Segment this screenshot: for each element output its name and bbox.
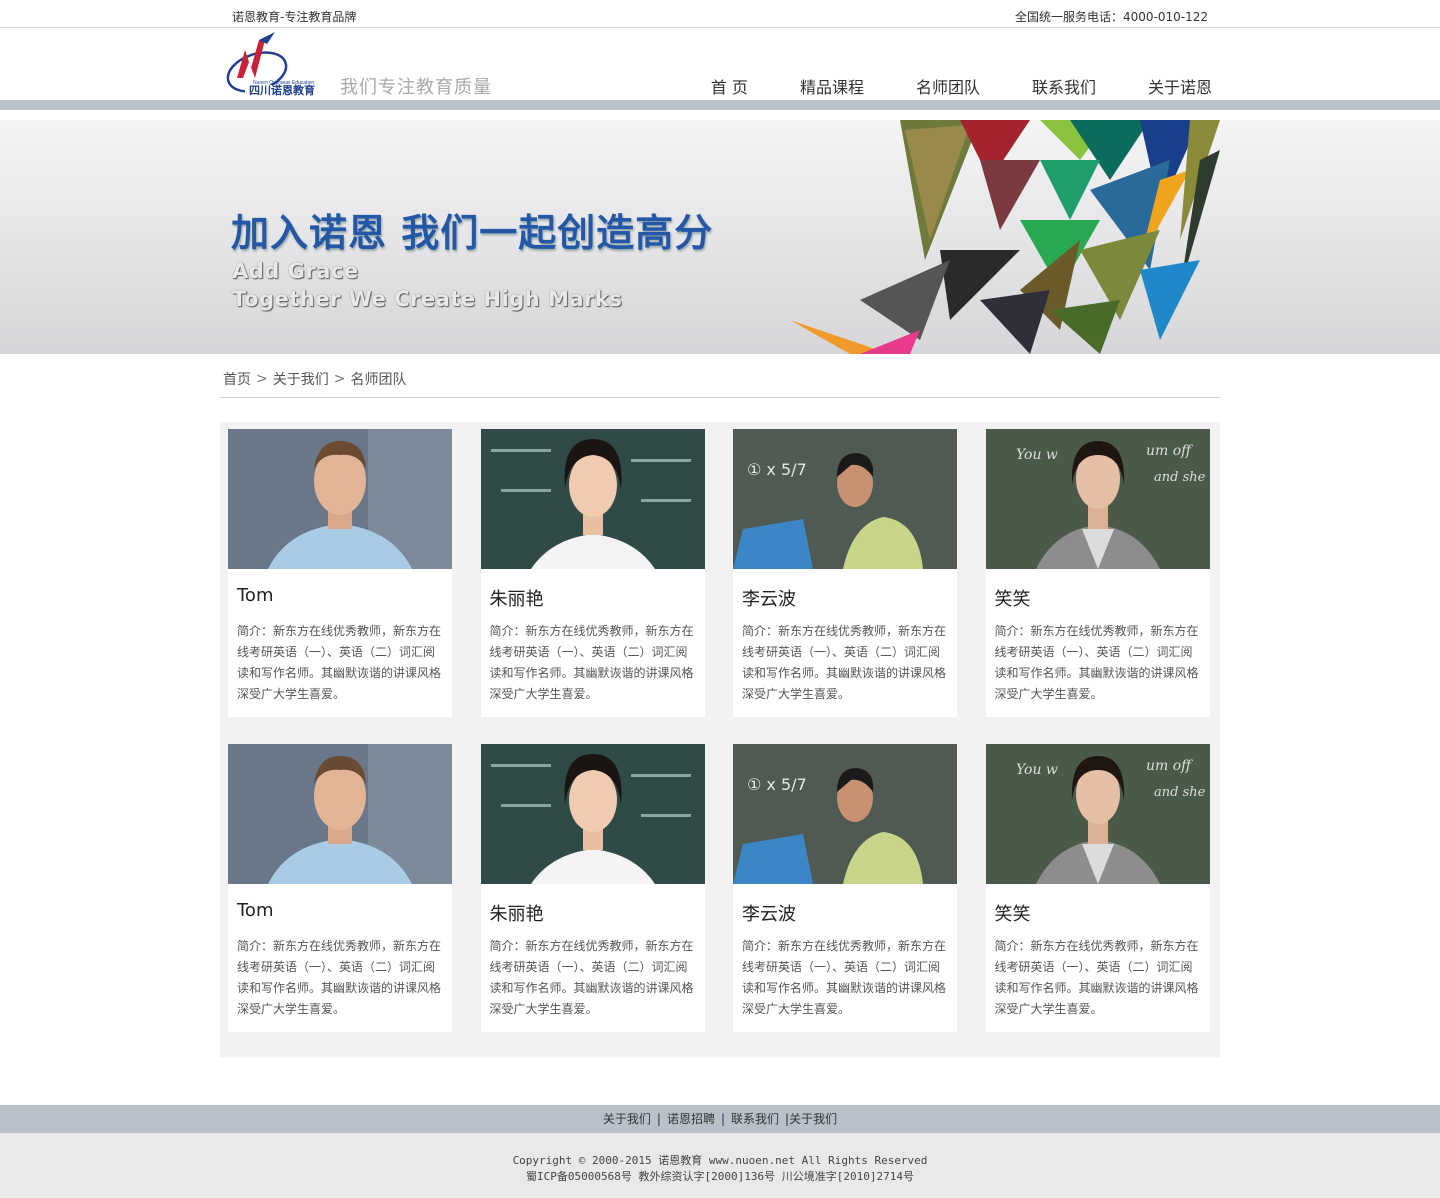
logo-icon: Nuoen Overseas Education 四川诺恩教育 — [226, 32, 329, 97]
nav-about[interactable]: 关于诺恩 — [1148, 74, 1212, 98]
svg-text:and she: and she — [1154, 470, 1206, 485]
site-header: Nuoen Overseas Education 四川诺恩教育 我们专注教育质量… — [0, 28, 1440, 100]
teacher-card[interactable]: Tom 简介：新东方在线优秀教师，新东方在线考研英语（一）、英语（二）词汇阅读和… — [228, 429, 452, 717]
teacher-photo-tom[interactable] — [228, 429, 452, 569]
teacher-name: 朱丽艳 — [489, 904, 544, 925]
teacher-card[interactable]: Tom 简介：新东方在线优秀教师，新东方在线考研英语（一）、英语（二）词汇阅读和… — [228, 744, 452, 1032]
footer-link-about-2[interactable]: 关于我们 — [789, 1112, 837, 1126]
teacher-photo-xiaoxiao[interactable]: You w um off and she — [985, 429, 1210, 569]
nav-courses[interactable]: 精品课程 — [800, 74, 864, 98]
teacher-name: 笑笑 — [994, 589, 1031, 610]
footer-divider: | — [720, 1112, 726, 1126]
top-bar: 诺恩教育-专注教育品牌 全国统一服务电话：4000-010-122 — [0, 0, 1440, 28]
hero-banner: 加入诺恩 我们一起创造高分 Add Grace Together We Crea… — [0, 120, 1440, 354]
svg-text:You w: You w — [1016, 762, 1058, 778]
breadcrumb-separator: > — [333, 371, 346, 387]
teacher-intro: 简介：新东方在线优秀教师，新东方在线考研英语（一）、英语（二）词汇阅读和写作名师… — [994, 624, 1199, 701]
copyright-text: Copyright © 2000-2015 诺恩教育 www.nuoen.net… — [512, 1154, 928, 1167]
nav-teachers[interactable]: 名师团队 — [916, 74, 980, 98]
breadcrumb-separator: > — [256, 371, 268, 387]
teacher-name: Tom — [237, 585, 274, 606]
teacher-name: 李云波 — [742, 589, 796, 610]
teacher-grid: Tom 简介：新东方在线优秀教师，新东方在线考研英语（一）、英语（二）词汇阅读和… — [228, 429, 1212, 1032]
teacher-photo-zhu-liyan[interactable] — [480, 744, 705, 884]
teacher-card[interactable]: 朱丽艳 简介：新东方在线优秀教师，新东方在线考研英语（一）、英语（二）词汇阅读和… — [480, 429, 705, 717]
nav-contact[interactable]: 联系我们 — [1032, 74, 1096, 98]
banner-title-en-1: Add Grace — [232, 259, 359, 283]
icp-text: 蜀ICP备05000568号 教外综资认字[2000]136号 川公境准字[20… — [526, 1170, 914, 1183]
teacher-intro: 简介：新东方在线优秀教师，新东方在线考研英语（一）、英语（二）词汇阅读和写作名师… — [237, 624, 442, 701]
logo-wordmark: 四川诺恩教育 — [249, 83, 315, 96]
footer-link-about[interactable]: 关于我们 — [603, 1112, 651, 1126]
teacher-card[interactable]: ① x 5/7 李云波 简介：新东方在线优秀教师，新东方在线考研英语（一）、英语… — [733, 744, 957, 1032]
teacher-card[interactable]: 朱丽艳 简介：新东方在线优秀教师，新东方在线考研英语（一）、英语（二）词汇阅读和… — [480, 744, 705, 1032]
footer-copyright: Copyright © 2000-2015 诺恩教育 www.nuoen.net… — [0, 1133, 1440, 1198]
svg-text:and she: and she — [1154, 785, 1206, 800]
footer-link-contact[interactable]: 联系我们 — [731, 1112, 779, 1126]
breadcrumb: 首页 > 关于我们 > 名师团队 — [220, 354, 1220, 398]
main-nav: 首 页 精品课程 名师团队 联系我们 关于诺恩 — [659, 74, 1212, 98]
site-logo[interactable]: Nuoen Overseas Education 四川诺恩教育 — [223, 32, 333, 97]
teacher-intro: 简介：新东方在线优秀教师，新东方在线考研英语（一）、英语（二）词汇阅读和写作名师… — [994, 939, 1199, 1016]
teacher-intro: 简介：新东方在线优秀教师，新东方在线考研英语（一）、英语（二）词汇阅读和写作名师… — [489, 624, 694, 701]
teacher-intro: 简介：新东方在线优秀教师，新东方在线考研英语（一）、英语（二）词汇阅读和写作名师… — [489, 939, 694, 1016]
nav-home[interactable]: 首 页 — [711, 74, 748, 98]
teacher-intro: 简介：新东方在线优秀教师，新东方在线考研英语（一）、英语（二）词汇阅读和写作名师… — [742, 624, 947, 701]
teacher-intro: 简介：新东方在线优秀教师，新东方在线考研英语（一）、英语（二）词汇阅读和写作名师… — [742, 939, 947, 1016]
svg-text:① x 5/7: ① x 5/7 — [747, 460, 807, 479]
svg-text:You w: You w — [1016, 447, 1058, 463]
footer-divider: | — [656, 1112, 661, 1126]
breadcrumb-current: 名师团队 — [350, 372, 407, 388]
slogan: 我们专注教育质量 — [340, 77, 492, 98]
teacher-grid-container: Tom 简介：新东方在线优秀教师，新东方在线考研英语（一）、英语（二）词汇阅读和… — [220, 422, 1220, 1057]
footer-link-jobs[interactable]: 诺恩招聘 — [667, 1112, 715, 1126]
teacher-photo-li-yunbo[interactable]: ① x 5/7 — [733, 744, 957, 884]
teacher-photo-zhu-liyan[interactable] — [480, 429, 705, 569]
service-phone: 全国统一服务电话：4000-010-122 — [1014, 10, 1208, 24]
teacher-name: 李云波 — [742, 904, 796, 925]
breadcrumb-home[interactable]: 首页 — [223, 369, 251, 389]
brand-tagline: 诺恩教育-专注教育品牌 — [232, 10, 357, 24]
breadcrumb-about[interactable]: 关于我们 — [273, 369, 329, 389]
banner-title-en-2: Together We Create High Marks — [232, 287, 623, 311]
teacher-card[interactable]: You w um off and she 笑笑 简介：新东方在线优秀教师，新东方… — [985, 744, 1210, 1032]
teacher-photo-li-yunbo[interactable]: ① x 5/7 — [733, 429, 957, 569]
svg-text:um off: um off — [1146, 758, 1193, 774]
teacher-card[interactable]: ① x 5/7 李云波 简介：新东方在线优秀教师，新东方在线考研英语（一）、英语… — [733, 429, 957, 717]
header-divider-bar — [0, 100, 1440, 110]
footer-nav: 关于我们 | 诺恩招聘 | 联系我们 |关于我们 — [0, 1105, 1440, 1133]
svg-text:① x 5/7: ① x 5/7 — [747, 775, 807, 794]
banner-triangle-collage — [790, 120, 1220, 354]
teacher-name: Tom — [237, 900, 274, 921]
teacher-photo-xiaoxiao[interactable]: You w um off and she — [985, 744, 1210, 884]
teacher-name: 笑笑 — [994, 904, 1031, 925]
teacher-intro: 简介：新东方在线优秀教师，新东方在线考研英语（一）、英语（二）词汇阅读和写作名师… — [237, 939, 442, 1016]
teacher-card[interactable]: You w um off and she 笑笑 简介：新东方在线优秀教师，新东方… — [985, 429, 1210, 717]
teacher-name: 朱丽艳 — [489, 589, 544, 610]
svg-text:um off: um off — [1146, 443, 1193, 459]
banner-title-cn: 加入诺恩 我们一起创造高分 — [231, 211, 714, 255]
teacher-photo-tom[interactable] — [228, 744, 452, 884]
